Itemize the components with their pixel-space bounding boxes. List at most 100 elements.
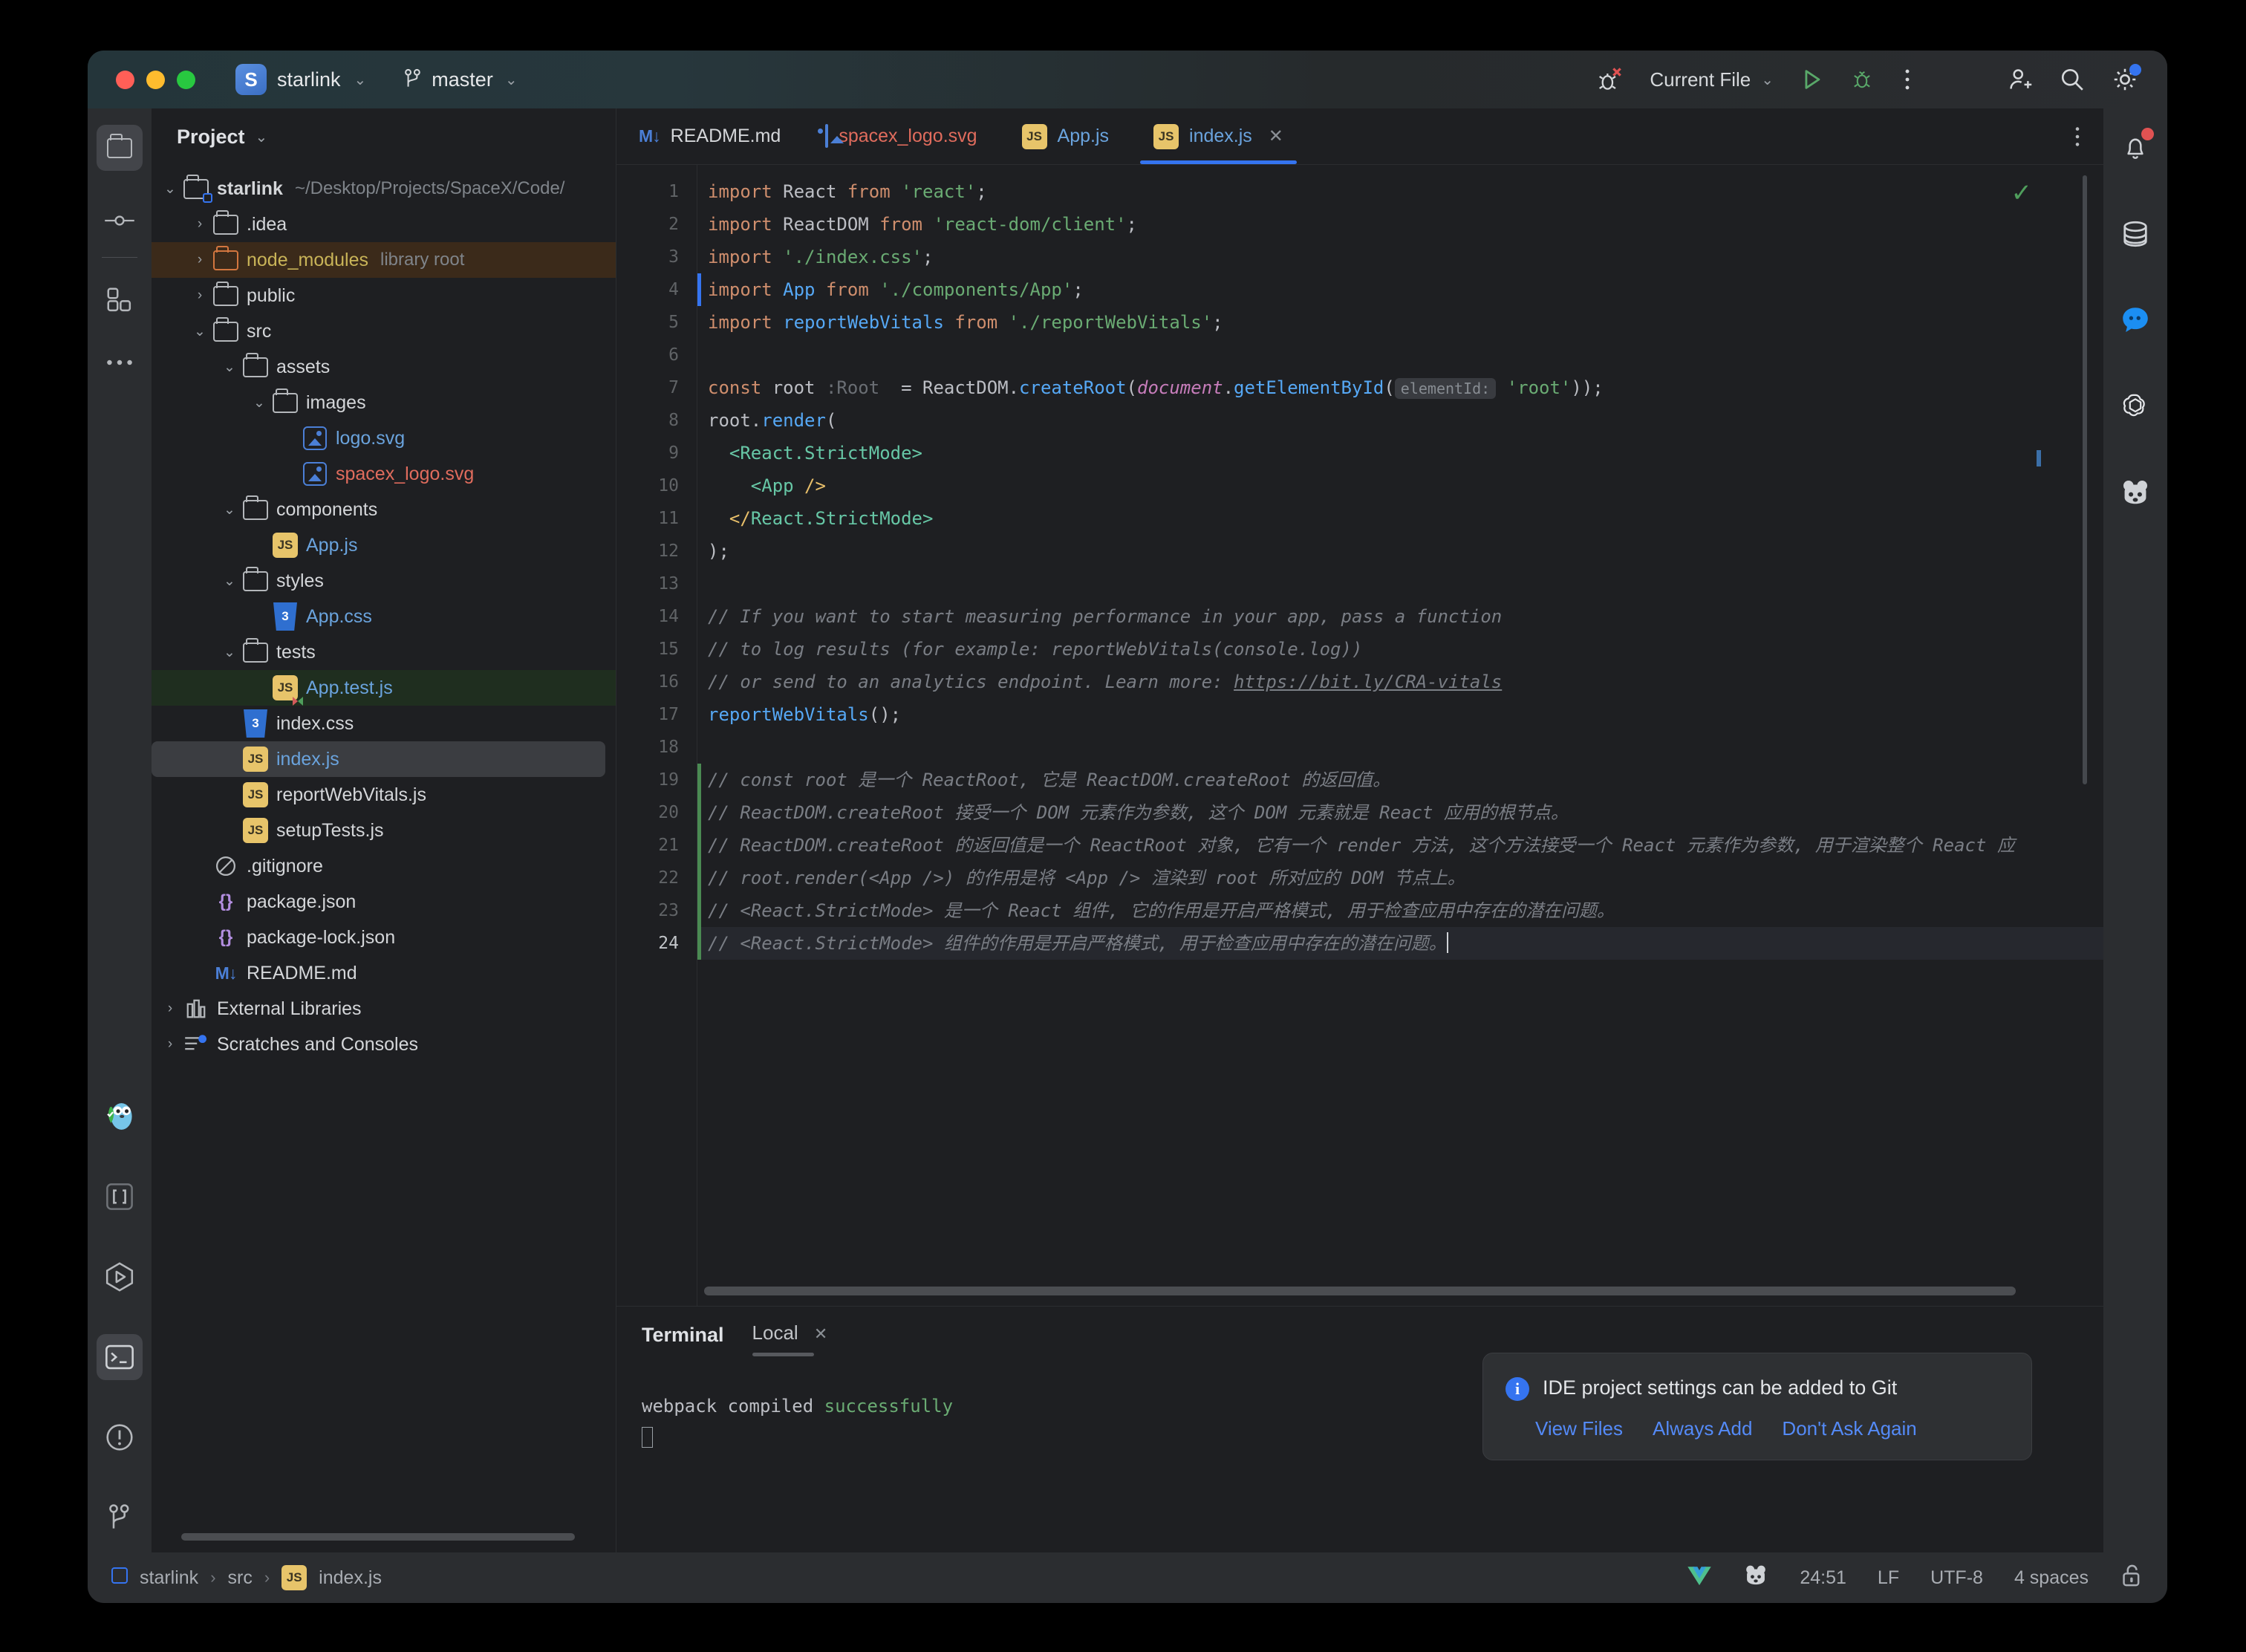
window-controls[interactable] [116, 70, 195, 89]
tree-item-index-js[interactable]: ›JSindex.js [152, 741, 605, 777]
chevron-down-icon[interactable]: ⌄ [218, 501, 241, 518]
code-line[interactable] [697, 731, 2103, 764]
sidebar-item-commit[interactable] [97, 198, 143, 244]
branch-selector[interactable]: master ⌄ [403, 68, 518, 91]
code-line[interactable]: import ReactDOM from 'react-dom/client'; [697, 208, 2103, 241]
search-icon[interactable] [2059, 66, 2086, 93]
tree-item-images[interactable]: ⌄ images [152, 385, 616, 420]
notification-action-always-add[interactable]: Always Add [1653, 1417, 1752, 1440]
terminal-tab-local[interactable]: Local ✕ [752, 1321, 827, 1356]
project-file-tree[interactable]: ⌄ starlink ~/Desktop/Projects/SpaceX/Code/… [152, 165, 616, 1533]
tree-item-package-json[interactable]: ›{}package.json [152, 884, 616, 920]
run-icon[interactable] [1799, 67, 1824, 92]
code-line[interactable] [697, 339, 2103, 371]
unlocked-icon[interactable] [2120, 1563, 2144, 1593]
chevron-down-icon[interactable]: ⌄ [248, 394, 270, 412]
tree-item-app-css[interactable]: ›3App.css [152, 599, 616, 634]
code-line[interactable]: import App from './components/App'; [697, 273, 2103, 306]
bug-error-icon[interactable] [1595, 65, 1624, 94]
caret-position[interactable]: 24:51 [1800, 1567, 1846, 1589]
tree-item-scratches-and-consoles[interactable]: › Scratches and Consoles [152, 1027, 616, 1062]
sidebar-item-structure[interactable] [97, 1174, 143, 1220]
tree-item--idea[interactable]: › .idea [152, 206, 616, 242]
breadcrumb-item[interactable]: index.js [319, 1567, 382, 1589]
chevron-right-icon[interactable]: › [159, 1036, 181, 1053]
editor-tab-bar[interactable]: M↓ README.md spacex_logo.svg JS App.js JS inde… [616, 108, 2103, 165]
code-line[interactable]: // const root 是一个 ReactRoot, 它是 ReactDOM… [697, 764, 2103, 796]
tree-item-starlink[interactable]: ⌄ starlink ~/Desktop/Projects/SpaceX/Code/ [152, 171, 616, 206]
code-line[interactable]: // to log results (for example: reportWe… [697, 633, 2103, 666]
sidebar-item-plugins[interactable] [97, 277, 143, 323]
code-line[interactable] [697, 568, 2103, 600]
tree-item-src[interactable]: ⌄ src [152, 313, 616, 349]
code-line[interactable]: // ReactDOM.createRoot 的返回值是一个 ReactRoot… [697, 829, 2103, 862]
chevron-down-icon[interactable]: ⌄ [218, 644, 241, 661]
chevron-down-icon[interactable]: ⌄ [218, 573, 241, 590]
code-line[interactable]: root.render( [697, 404, 2103, 437]
breadcrumb-item[interactable]: src [228, 1567, 253, 1589]
tree-item-spacex-logo-svg[interactable]: ›spacex_logo.svg [152, 456, 616, 492]
scrollbar-thumb[interactable] [2083, 175, 2087, 784]
code-line[interactable]: reportWebVitals(); [697, 698, 2103, 731]
sidebar-item-problems[interactable] [97, 1414, 143, 1460]
tree-item-setuptests-js[interactable]: ›JSsetupTests.js [152, 813, 616, 848]
close-icon[interactable]: ✕ [814, 1324, 827, 1343]
editor-tab-readme-md[interactable]: M↓ README.md [616, 108, 803, 164]
code-editor[interactable]: 1 2 3 4 5 6 7 8 9 10 11 12 13 14 15 16 17 18 19 20 21 22 23 24 … [616, 165, 2103, 1306]
tree-item-assets[interactable]: ⌄ assets [152, 349, 616, 385]
chevron-down-icon[interactable]: ⌄ [218, 359, 241, 376]
code-line[interactable]: ); [697, 535, 2103, 568]
editor-vertical-scrollbar[interactable] [2083, 175, 2087, 1261]
editor-code-area[interactable]: ✓ import React from 'react'; import React… [697, 165, 2103, 1306]
more-vertical-icon[interactable] [1900, 67, 1915, 92]
close-tab-icon[interactable]: ✕ [1269, 126, 1283, 147]
editor-tab-spacex-logo-svg[interactable]: spacex_logo.svg [803, 108, 999, 164]
code-line[interactable]: // root.render(<App />) 的作用是将 <App /> 渲染… [697, 862, 2103, 894]
sidebar-item-more[interactable] [97, 339, 143, 386]
code-line[interactable]: // ReactDOM.createRoot 接受一个 DOM 元素作为参数, … [697, 796, 2103, 829]
tree-item-app-test-js[interactable]: ›JSApp.test.js [152, 670, 616, 706]
code-line[interactable]: </React.StrictMode> [697, 502, 2103, 535]
chevron-right-icon[interactable]: › [189, 252, 211, 268]
maximize-window-button[interactable] [177, 70, 195, 89]
codeium-status-icon[interactable] [1743, 1564, 1768, 1593]
editor-horizontal-scrollbar[interactable] [704, 1287, 2016, 1295]
tree-item-readme-md[interactable]: ›M↓README.md [152, 955, 616, 991]
chevron-right-icon[interactable]: › [189, 287, 211, 304]
sidebar-item-openai[interactable] [2112, 383, 2158, 429]
sidebar-item-codeium[interactable] [2112, 469, 2158, 516]
sidebar-item-go[interactable] [97, 1093, 143, 1139]
code-line[interactable]: // If you want to start measuring perfor… [697, 600, 2103, 633]
tab-options-icon[interactable] [2071, 108, 2103, 164]
file-encoding[interactable]: UTF-8 [1930, 1567, 1983, 1589]
add-user-icon[interactable] [2007, 66, 2034, 93]
indent-setting[interactable]: 4 spaces [2014, 1567, 2089, 1589]
notification-action-don-t-ask-again[interactable]: Don't Ask Again [1782, 1417, 1916, 1440]
notification-actions[interactable]: View Files Always Add Don't Ask Again [1506, 1417, 2006, 1440]
tree-item-reportwebvitals-js[interactable]: ›JSreportWebVitals.js [152, 777, 616, 813]
tree-item-app-js[interactable]: ›JSApp.js [152, 527, 616, 563]
vue-status-icon[interactable] [1687, 1564, 1712, 1592]
editor-tab-app-js[interactable]: JS App.js [1000, 108, 1131, 164]
code-line[interactable]: // <React.StrictMode> 是一个 React 组件, 它的作用… [697, 894, 2103, 927]
close-window-button[interactable] [116, 70, 134, 89]
run-configuration-selector[interactable]: Current File ⌄ [1650, 68, 1774, 91]
tree-item-node-modules[interactable]: › node_modules library root [152, 242, 616, 278]
tree-item-components[interactable]: ⌄ components [152, 492, 616, 527]
code-line[interactable]: // <React.StrictMode> 组件的作用是开启严格模式, 用于检查… [697, 927, 2103, 960]
tree-item-index-css[interactable]: ›3index.css [152, 706, 616, 741]
code-line[interactable]: // or send to an analytics endpoint. Lea… [697, 666, 2103, 698]
sidebar-item-ai-chat[interactable] [2112, 297, 2158, 343]
chevron-down-icon[interactable]: ⌄ [159, 181, 181, 198]
tree-item-package-lock-json[interactable]: ›{}package-lock.json [152, 920, 616, 955]
chevron-down-icon[interactable]: ⌄ [189, 323, 211, 340]
settings-gear-icon[interactable] [2111, 64, 2141, 94]
tree-item-external-libraries[interactable]: › External Libraries [152, 991, 616, 1027]
code-line[interactable]: <React.StrictMode> [697, 437, 2103, 469]
chevron-right-icon[interactable]: › [189, 216, 211, 232]
tree-item--gitignore[interactable]: ›.gitignore [152, 848, 616, 884]
line-separator[interactable]: LF [1878, 1567, 1899, 1589]
tree-item-tests[interactable]: ⌄ tests [152, 634, 616, 670]
chevron-right-icon[interactable]: › [159, 1001, 181, 1017]
tree-item-logo-svg[interactable]: ›logo.svg [152, 420, 616, 456]
